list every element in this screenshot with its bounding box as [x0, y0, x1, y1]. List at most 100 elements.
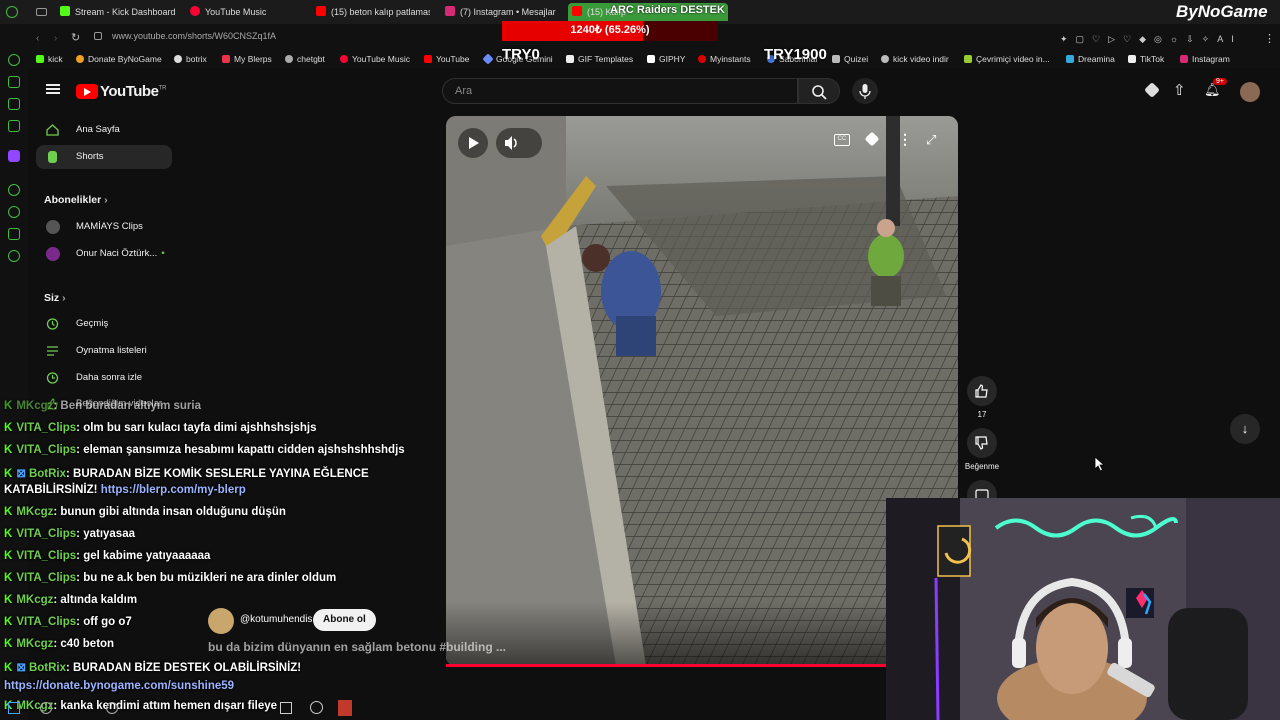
bynogame-icon — [76, 55, 84, 63]
bookmark-label: chetgbt — [297, 54, 325, 64]
upload-icon[interactable]: ⇧ — [1173, 81, 1186, 99]
bot-badge-icon: ⊠ — [16, 662, 26, 674]
reload-icon[interactable]: ↻ — [71, 31, 80, 44]
chat-username: MKcgz — [16, 638, 54, 650]
chat-username: VITA_Clips — [16, 550, 77, 562]
bookmark-quizei[interactable]: Quizei — [832, 54, 868, 64]
sidebar-label: Daha sonra izle — [76, 372, 143, 383]
bookmark-chetgbt[interactable]: chetgbt — [285, 54, 325, 64]
more-options-icon[interactable]: ⋮ — [898, 131, 912, 148]
hamburger-menu-icon[interactable] — [46, 84, 60, 94]
tab-switch-icon[interactable] — [36, 8, 47, 16]
dislike-action[interactable]: Beğenme — [960, 428, 1004, 471]
browser-extension-icons[interactable]: ✦▢♡▷♡◆◎☼⇩✧AI — [1060, 34, 1260, 44]
sidebar-item-history[interactable]: Geçmiş — [36, 312, 172, 336]
bookmark-label: GIPHY — [659, 54, 686, 64]
like-action[interactable]: 17 — [966, 376, 998, 419]
play-button[interactable] — [458, 128, 488, 158]
whatsapp-icon[interactable] — [8, 98, 20, 110]
bookmark-blerps[interactable]: My Blerps — [222, 54, 272, 64]
kick-icon — [36, 55, 44, 63]
copilot-icon[interactable] — [8, 228, 20, 240]
bookmark-gif-templates[interactable]: GIF Templates — [566, 54, 633, 64]
you-header[interactable]: Siz › — [44, 292, 66, 304]
video-progress-bar[interactable] — [446, 664, 958, 667]
tab-youtube-music[interactable]: YouTube Music — [190, 3, 310, 21]
bookmark-kick[interactable]: kick — [36, 54, 63, 64]
sidebar-sub-mamiays[interactable]: MAMİAYS Clips — [36, 215, 172, 239]
bookmark-tiktok[interactable]: TikTok — [1128, 54, 1164, 64]
play-icon — [469, 137, 479, 149]
voice-search-button[interactable] — [852, 78, 878, 104]
fullscreen-icon[interactable]: ⤢ — [926, 132, 936, 148]
chat-username: VITA_Clips — [16, 616, 77, 628]
bookmark-ytmusic[interactable]: YouTube Music — [340, 54, 410, 64]
shorts-video-player[interactable]: CC ⋮ ⤢ — [446, 116, 958, 666]
subscriptions-header[interactable]: Abonelikler › — [44, 194, 108, 206]
chat-link[interactable]: https://blerp.com/my-blerp — [101, 484, 246, 496]
thumbs-up-icon — [975, 384, 988, 398]
volume-button[interactable] — [496, 128, 542, 158]
site-icon — [881, 55, 889, 63]
sidebar-item-watch-later[interactable]: Daha sonra izle — [36, 366, 172, 390]
box-icon[interactable] — [8, 120, 20, 132]
bookmark-myinstants[interactable]: Myinstants — [698, 54, 751, 64]
kick-badge-icon: K — [4, 638, 13, 650]
chat-text: : bu ne a.k ben bu müzikleri ne ara dinl… — [76, 572, 337, 584]
captions-icon[interactable]: CC — [834, 134, 850, 146]
bookmark-donate[interactable]: Donate ByNoGame — [76, 54, 162, 64]
tab-kick-dashboard[interactable]: Stream - Kick Dashboard — [60, 3, 180, 21]
chat-text: : bunun gibi altında insan olduğunu düşü… — [53, 506, 286, 518]
app-icon[interactable] — [106, 702, 118, 714]
dislike-button[interactable] — [967, 428, 997, 458]
tab-instagram[interactable]: (7) Instagram • Mesajlar — [445, 3, 563, 21]
search-button[interactable] — [798, 78, 840, 104]
sidebar-item-shorts[interactable]: Shorts — [36, 145, 172, 169]
sidebar-sub-onur[interactable]: Onur Naci Öztürk... • — [36, 242, 172, 266]
history-icon[interactable] — [8, 54, 20, 66]
kick-badge-icon: K — [4, 506, 13, 518]
sidebar-item-home[interactable]: Ana Sayfa — [36, 118, 172, 142]
clock-icon[interactable] — [8, 206, 20, 218]
bookmark-instagram[interactable]: Instagram — [1180, 54, 1230, 64]
app-icon[interactable] — [40, 702, 52, 714]
twitch-icon[interactable] — [8, 150, 20, 162]
back-icon[interactable]: ‹ — [36, 33, 39, 44]
donation-progress-text: 1240₺ (65.26%) — [570, 24, 650, 36]
bookmark-kick-video[interactable]: kick video indir — [881, 54, 949, 64]
search-input[interactable]: Ara — [442, 78, 798, 104]
bookmark-dreamina[interactable]: Dreamina — [1066, 54, 1115, 64]
next-short-button[interactable]: ↓ — [1230, 414, 1260, 444]
bookmark-youtube[interactable]: YouTube — [424, 54, 469, 64]
chat-text: : yatıyasaa — [76, 528, 135, 540]
bookmark-video-in[interactable]: Çevrimiçi video in... — [964, 54, 1050, 64]
chat-message: K VITA_Clips: gel kabime yatıyaaaaaa — [4, 550, 210, 562]
bookmark-giphy[interactable]: GIPHY — [647, 54, 685, 64]
sidebar-label: Shorts — [76, 151, 104, 162]
like-button[interactable] — [967, 376, 997, 406]
play-icon[interactable] — [8, 184, 20, 196]
start-icon[interactable] — [8, 702, 20, 714]
obs-icon[interactable] — [310, 701, 323, 714]
sidebar-item-playlists[interactable]: Oynatma listeleri — [36, 339, 172, 363]
gemini-create-icon[interactable] — [1144, 82, 1160, 98]
video-frame — [446, 116, 958, 666]
bag-icon[interactable] — [8, 76, 20, 88]
history-icon — [46, 318, 59, 330]
tab-label: YouTube Music — [205, 7, 267, 17]
youtube-logo[interactable]: YouTubeTR — [76, 83, 166, 101]
menu-icon[interactable]: ⋮ — [1264, 32, 1275, 45]
bookmark-botrix[interactable]: botrix — [174, 54, 207, 64]
dislike-label: Beğenme — [964, 462, 1000, 471]
settings-icon[interactable] — [8, 250, 20, 262]
app-icon[interactable] — [338, 700, 352, 716]
mic-icon — [859, 84, 871, 99]
kick-badge-icon: K — [4, 422, 13, 434]
url-field[interactable]: www.youtube.com/shorts/W60CNSZq1fA — [112, 31, 276, 41]
avatar[interactable] — [1240, 82, 1260, 102]
tab-beton[interactable]: (15) beton kalıp patlaması — [316, 3, 430, 21]
app-icon[interactable] — [280, 702, 292, 714]
forward-icon[interactable]: › — [54, 33, 57, 44]
chat-link[interactable]: https://donate.bynogame.com/sunshine59 — [4, 680, 234, 692]
myinstants-icon — [698, 55, 706, 63]
